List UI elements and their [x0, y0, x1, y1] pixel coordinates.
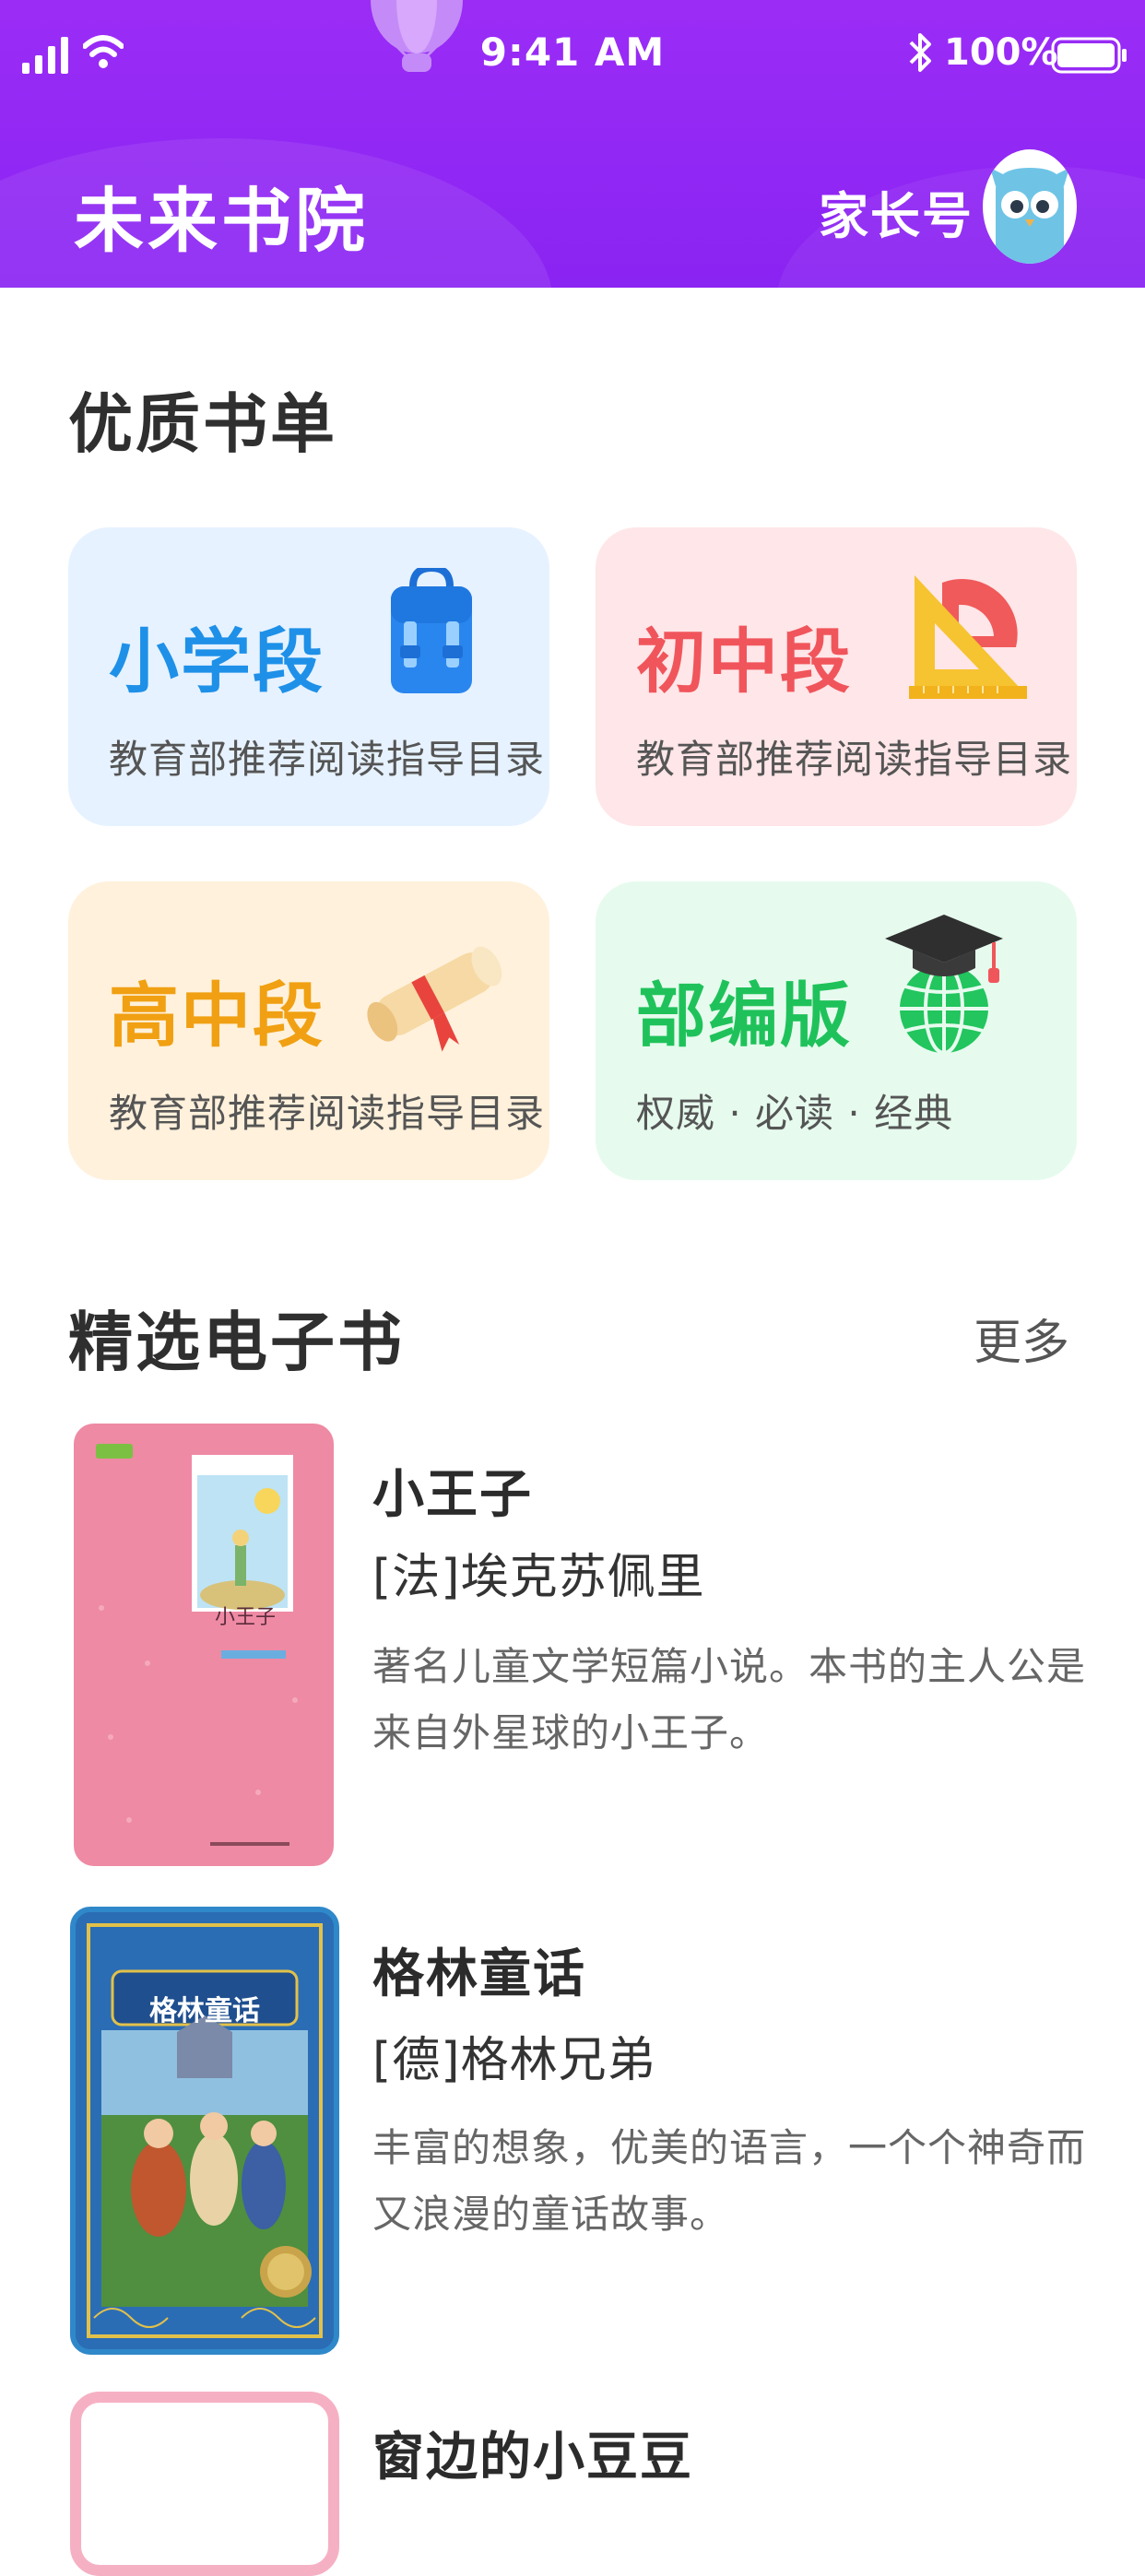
- status-bar: 9:41 AM 100%: [0, 0, 1145, 111]
- book-list-item[interactable]: 格林童话 格林童话 [德]格林兄弟 丰富的想象，优美的语言，一个个神奇而又浪漫的…: [0, 1905, 1145, 2362]
- parent-account-button[interactable]: 家长号: [819, 175, 974, 248]
- app-header: 9:41 AM 100% 未来书院 家长号: [0, 0, 1145, 288]
- graduation-globe-icon: [885, 915, 1003, 1055]
- category-card-primary[interactable]: 小学段 教育部推荐阅读指导目录: [68, 527, 549, 826]
- category-title: 小学段: [109, 620, 325, 703]
- book-title: 格林童话: [372, 1944, 586, 2004]
- avatar[interactable]: [983, 149, 1077, 264]
- category-card-textbook[interactable]: 部编版 权威 · 必读 · 经典: [596, 881, 1077, 1180]
- app-title: 未来书院: [74, 180, 369, 262]
- little-prince-cover-illustration: [96, 1444, 298, 1846]
- category-title: 高中段: [109, 975, 325, 1057]
- category-title: 部编版: [636, 975, 852, 1057]
- more-link[interactable]: 更多: [974, 1304, 1069, 1373]
- category-subtitle: 权威 · 必读 · 经典: [636, 1091, 954, 1136]
- category-card-senior[interactable]: 高中段 教育部推荐阅读指导目录: [68, 881, 549, 1180]
- booklist-section-title: 优质书单: [68, 386, 337, 462]
- owl-avatar-icon: [990, 168, 1069, 264]
- book-cover[interactable]: 格林童话: [70, 1907, 339, 2355]
- category-subtitle: 教育部推荐阅读指导目录: [636, 737, 1073, 782]
- book-description: 丰富的想象，优美的语言，一个个神奇而又浪漫的童话故事。: [372, 2125, 1087, 2237]
- book-list-item[interactable]: 窗边的小豆豆: [0, 2388, 1145, 2576]
- battery-percentage: 100%: [944, 31, 1058, 74]
- category-title: 初中段: [636, 620, 852, 703]
- battery-icon: [1051, 37, 1127, 74]
- category-subtitle: 教育部推荐阅读指导目录: [109, 737, 546, 782]
- book-description: 著名儿童文学短篇小说。本书的主人公是来自外星球的小王子。: [372, 1644, 1087, 1755]
- ebooks-section-title: 精选电子书: [68, 1305, 405, 1380]
- book-author: [德]格林兄弟: [372, 2033, 656, 2088]
- book-cover[interactable]: [70, 2392, 339, 2576]
- book-cover[interactable]: 小王子: [74, 1424, 334, 1866]
- category-subtitle: 教育部推荐阅读指导目录: [109, 1091, 546, 1136]
- ruler-protractor-icon: [909, 575, 1027, 699]
- book-title: 小王子: [372, 1465, 533, 1525]
- book-cover-title: 小王子: [214, 1606, 276, 1629]
- bluetooth-icon: [909, 33, 931, 72]
- diploma-scroll-icon: [367, 946, 502, 1052]
- grimm-tales-cover-illustration: [76, 1912, 334, 2349]
- category-card-junior[interactable]: 初中段 教育部推荐阅读指导目录: [596, 527, 1077, 826]
- backpack-icon: [391, 568, 472, 693]
- book-title: 窗边的小豆豆: [372, 2428, 693, 2487]
- book-author: [法]埃克苏佩里: [372, 1550, 705, 1605]
- book-cover-title: 格林童话: [149, 1995, 260, 2027]
- book-list-item[interactable]: 小王子 小王子 [法]埃克苏佩里 著名儿童文学短篇小说。本书的主人公是来自外星球…: [0, 1420, 1145, 1872]
